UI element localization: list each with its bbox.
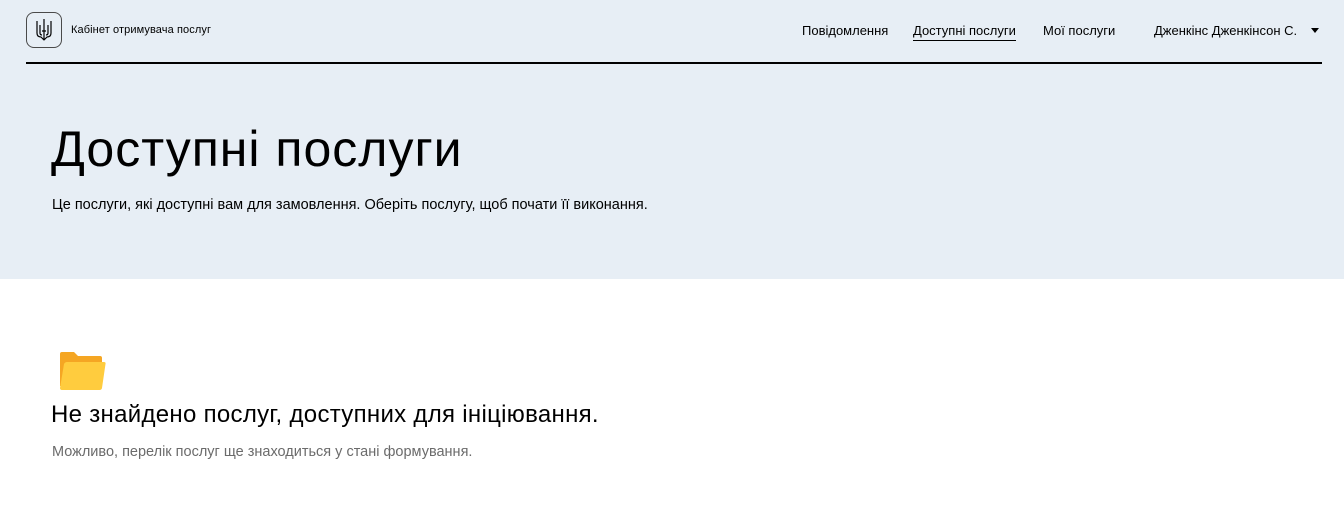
user-name: Дженкінс Дженкінсон С. [1154,23,1298,38]
nav-available-services[interactable]: Доступні послуги [913,23,1016,41]
empty-state-text: Можливо, перелік послуг ще знаходиться у… [52,444,473,460]
nav-notifications[interactable]: Повідомлення [802,23,888,38]
nav-my-services[interactable]: Мої послуги [1043,23,1115,38]
user-menu[interactable]: Дженкінс Дженкінсон С. [1154,23,1320,38]
hero-section: Кабінет отримувача послуг Повідомлення Д… [0,0,1344,279]
top-navigation-bar: Кабінет отримувача послуг Повідомлення Д… [26,0,1322,64]
folder-icon [58,350,106,397]
empty-state-title: Не знайдено послуг, доступних для ініцію… [51,401,599,428]
portal-name[interactable]: Кабінет отримувача послуг [71,24,211,36]
page-subtitle: Це послуги, які доступні вам для замовле… [52,197,648,213]
caret-down-icon [1311,28,1320,33]
trident-icon[interactable] [26,12,62,48]
page-title: Доступні послуги [51,121,463,177]
